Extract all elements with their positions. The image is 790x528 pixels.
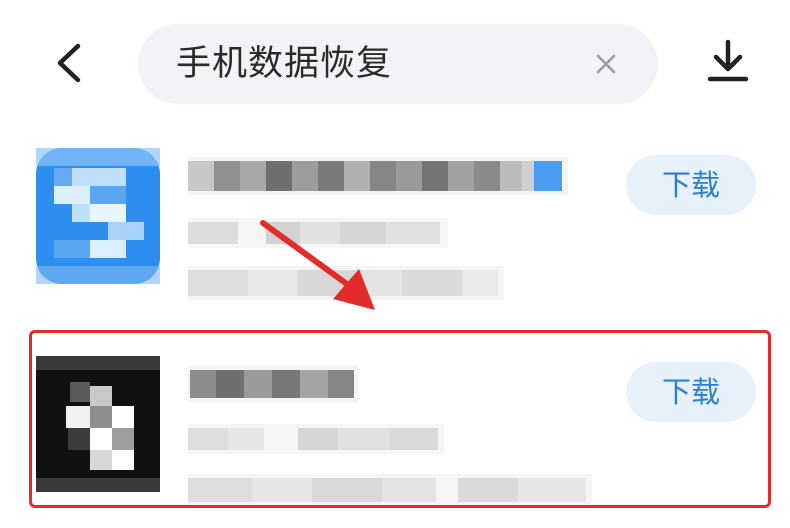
close-icon xyxy=(596,54,616,74)
download-icon xyxy=(707,39,749,82)
download-button[interactable]: 下载 xyxy=(626,155,756,215)
app-title-blurred xyxy=(188,157,568,195)
annotation-arrow-icon xyxy=(255,215,390,320)
app-icon xyxy=(36,148,160,284)
search-input[interactable]: 手机数据恢复 xyxy=(138,24,658,104)
highlight-box xyxy=(29,330,771,508)
back-button[interactable] xyxy=(40,38,96,88)
clear-search-button[interactable] xyxy=(590,48,622,80)
app-logo-icon xyxy=(36,148,160,284)
search-query-text: 手机数据恢复 xyxy=(176,44,393,84)
top-bar: 手机数据恢复 xyxy=(0,0,790,125)
chevron-left-icon xyxy=(57,43,81,83)
app-result-item[interactable]: 下载 xyxy=(0,140,790,320)
download-manager-button[interactable] xyxy=(700,34,756,90)
